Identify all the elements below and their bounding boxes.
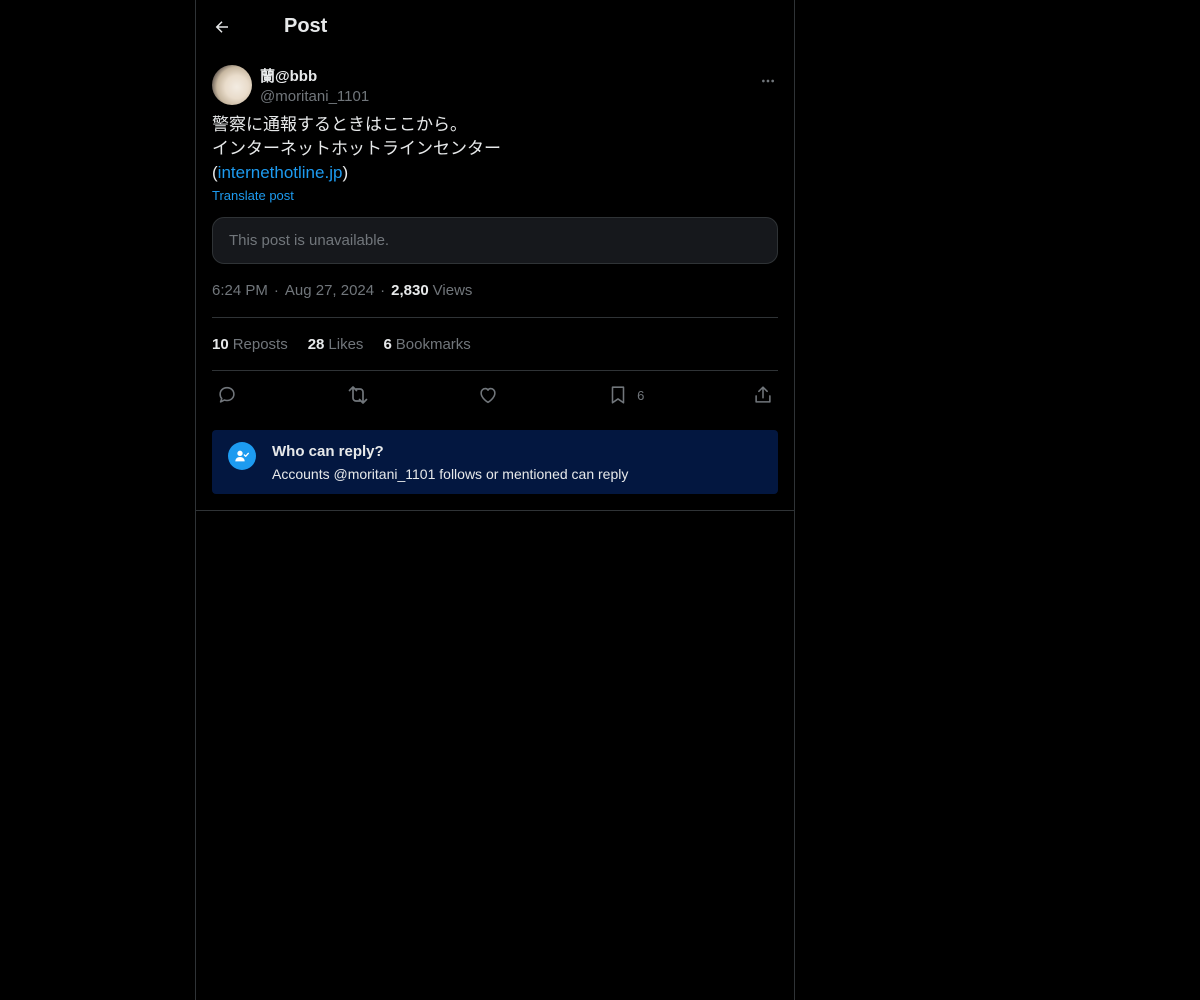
header: Post	[196, 0, 794, 53]
bookmark-icon	[611, 386, 625, 404]
repost-button[interactable]	[346, 383, 370, 407]
like-button[interactable]	[477, 384, 499, 406]
bookmarks-stat[interactable]: 6 Bookmarks	[383, 336, 470, 353]
share-button[interactable]	[752, 384, 774, 406]
arrow-left-icon	[215, 20, 228, 33]
back-button[interactable]	[212, 17, 232, 37]
post-meta: 6:24 PM · Aug 27, 2024 · 2,830 Views	[212, 264, 778, 318]
like-icon	[480, 387, 497, 404]
likes-stat[interactable]: 28 Likes	[308, 336, 364, 353]
likes-count: 28	[307, 335, 325, 353]
display-name[interactable]: 蘭@bbb	[260, 67, 369, 87]
separator: ·	[273, 282, 279, 299]
post-area: Post 蘭@bbb @moritani_1101 警察に通報するときはここから…	[196, 0, 794, 511]
post-line-2: インターネットホットラインセンター	[212, 139, 501, 158]
post-line-3: (internethotline.jp)	[212, 161, 778, 185]
person-check-icon	[235, 450, 249, 462]
bookmarks-label: Bookmarks	[395, 335, 471, 353]
post-date[interactable]: Aug 27, 2024	[285, 282, 374, 299]
reply-restriction-notice: Who can reply? Accounts @moritani_1101 f…	[212, 430, 778, 494]
post-text: 警察に通報するときはここから。 インターネットホットラインセンター (inter…	[196, 113, 794, 185]
more-options-button[interactable]	[758, 71, 778, 91]
post-stats: 10 Reposts 28 Likes 6 Bookmarks	[212, 318, 778, 371]
mention-user-icon	[228, 442, 256, 470]
reposts-label: Reposts	[232, 335, 288, 353]
reply-restriction-subtitle: Accounts @moritani_1101 follows or menti…	[272, 466, 629, 482]
user-handle[interactable]: @moritani_1101	[260, 87, 369, 107]
reposts-count: 10	[212, 335, 229, 353]
bookmark-count: 6	[637, 387, 645, 403]
share-icon	[755, 386, 771, 403]
reply-restriction-texts: Who can reply? Accounts @moritani_1101 f…	[272, 442, 628, 484]
avatar[interactable]	[212, 65, 252, 105]
bookmark-button[interactable]: 6	[607, 384, 644, 406]
bookmarks-count: 6	[383, 335, 392, 353]
reply-icon	[219, 386, 235, 403]
likes-label: Likes	[328, 335, 364, 353]
action-bar: 6	[212, 371, 778, 419]
author-names: 蘭@bbb @moritani_1101	[260, 65, 369, 107]
reposts-stat[interactable]: 10 Reposts	[212, 336, 288, 353]
quoted-post-unavailable: This post is unavailable.	[212, 217, 778, 264]
page-title: Post	[284, 15, 328, 37]
reply-button[interactable]	[216, 384, 238, 406]
author-row: 蘭@bbb @moritani_1101	[196, 53, 794, 117]
more-icon	[762, 79, 774, 83]
reply-restriction-title: Who can reply?	[272, 443, 384, 460]
separator: ·	[380, 282, 386, 299]
views-count: 2,830	[391, 282, 429, 299]
post-time[interactable]: 6:24 PM	[212, 282, 268, 299]
translate-post-link[interactable]: Translate post	[196, 187, 794, 205]
repost-icon	[348, 386, 368, 404]
post-link[interactable]: internethotline.jp	[218, 163, 343, 182]
views-label: Views	[432, 282, 473, 299]
paren-close: )	[342, 163, 349, 182]
main-column: Post 蘭@bbb @moritani_1101 警察に通報するときはここから…	[195, 0, 795, 1000]
